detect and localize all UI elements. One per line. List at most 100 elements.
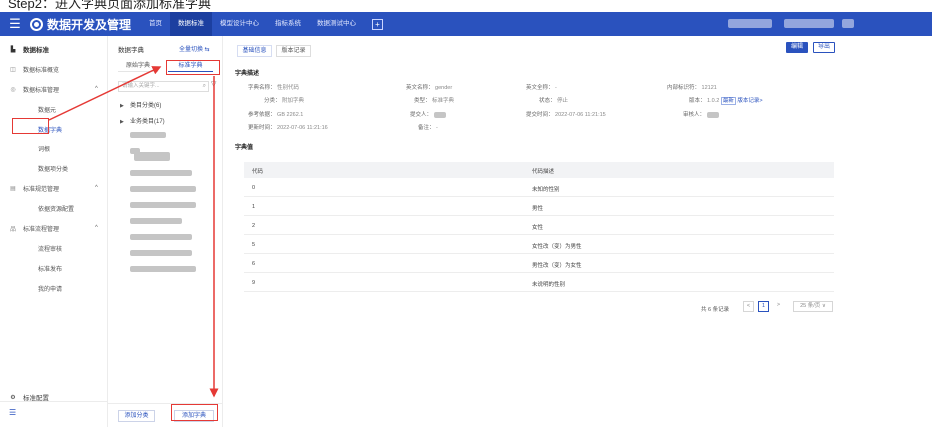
add-tab-icon[interactable]: + bbox=[372, 18, 384, 30]
dictionary-search-input[interactable]: 请输入关键字... ⌕ bbox=[118, 81, 209, 92]
latest-badge: 最新 bbox=[720, 97, 736, 105]
sidebar-header: ▙ 数据标准 bbox=[0, 40, 108, 58]
table-row: 1 男性 bbox=[244, 197, 834, 216]
page-1-button[interactable]: 1 bbox=[758, 301, 769, 312]
sidebar-item-data-element[interactable]: 数据元 bbox=[0, 100, 108, 118]
field-dict-name: 字典名称： 性别代码 bbox=[248, 85, 300, 91]
blurred-tree-item bbox=[130, 234, 192, 240]
nav-tab-model-design[interactable]: 模型设计中心 bbox=[212, 12, 267, 36]
data-standard-icon: ▙ bbox=[10, 46, 16, 53]
dictionary-panel-footer: 添加分类 添加字典 bbox=[108, 403, 223, 427]
edit-button[interactable]: 编辑 bbox=[786, 42, 808, 53]
table-row: 2 女性 bbox=[244, 216, 834, 235]
field-remark: 备注： - bbox=[418, 125, 438, 131]
description-section-title: 字典描述 bbox=[235, 71, 260, 77]
prev-page-button[interactable]: < bbox=[743, 301, 754, 312]
field-english-name: 英文名称： gender bbox=[406, 85, 453, 91]
sidebar-item-item-category[interactable]: 数据项分类 bbox=[0, 159, 108, 177]
blurred-tree-item bbox=[134, 152, 170, 161]
tab-standard-dictionary[interactable]: 标准字典 bbox=[168, 60, 213, 72]
chevron-up-icon: ^ bbox=[95, 86, 98, 92]
blurred-tree-item bbox=[130, 170, 192, 176]
full-switch-link[interactable]: 全量切换 ⇆ bbox=[179, 44, 210, 53]
sidebar-item-process-management[interactable]: 品 标准流程管理 ^ bbox=[0, 219, 108, 237]
main-nav-tabs: 首页 数据标准 模型设计中心 指标系统 数据测试中心 bbox=[141, 12, 364, 36]
version-history-link: 版本记录> bbox=[737, 98, 763, 104]
filter-icon[interactable]: ▽ bbox=[211, 80, 216, 88]
nav-tab-home[interactable]: 首页 bbox=[141, 12, 170, 36]
tab-basic-info[interactable]: 基础信息 bbox=[237, 45, 272, 57]
nav-tab-data-standard[interactable]: 数据标准 bbox=[170, 12, 213, 36]
sidebar-header-label: 数据标准 bbox=[23, 47, 49, 54]
nav-tab-data-testing[interactable]: 数据测试中心 bbox=[309, 12, 364, 36]
management-icon: ◎ bbox=[10, 86, 16, 93]
blurred-user-info bbox=[784, 19, 834, 28]
tab-original-dictionary[interactable]: 原始字典 bbox=[118, 60, 158, 72]
process-icon: 品 bbox=[9, 226, 16, 233]
tree-node-label: 类目分类(6) bbox=[130, 103, 162, 109]
collapse-sidebar-icon[interactable]: ☰ bbox=[9, 408, 16, 417]
sidebar-item-my-applications[interactable]: 我的申请 bbox=[0, 279, 108, 297]
add-category-button[interactable]: 添加分类 bbox=[118, 410, 155, 422]
spec-icon: ▤ bbox=[10, 185, 16, 192]
blurred-reviewer bbox=[706, 111, 719, 118]
blurred-submitter bbox=[433, 111, 446, 118]
field-version: 版本： 1.0.2 最新 版本记录> bbox=[689, 97, 763, 105]
sidebar-item-standard-management[interactable]: ◎ 数据标准管理 ^ bbox=[0, 80, 108, 98]
field-update-time: 更新时间： 2022-07-06 11:21:16 bbox=[248, 125, 328, 131]
tree-node-category[interactable]: ▶ 类目分类(6) bbox=[120, 100, 161, 109]
dictionary-panel: 数据字典 全量切换 ⇆ 原始字典 标准字典 请输入关键字... ⌕ ▽ ▶ 类目分… bbox=[108, 36, 223, 427]
column-header-code: 代码 bbox=[252, 169, 264, 175]
app-title: 数据开发及管理 bbox=[47, 17, 132, 32]
search-icon: ⌕ bbox=[202, 83, 206, 89]
sidebar-item-label: 数据标准概览 bbox=[23, 67, 60, 74]
sidebar-item-standard-publish[interactable]: 标准发布 bbox=[0, 259, 108, 277]
hamburger-menu-icon[interactable]: ☰ bbox=[5, 14, 25, 34]
table-row: 0 未知的性别 bbox=[244, 178, 834, 197]
blurred-tree-item bbox=[130, 202, 196, 208]
column-header-description: 代码描述 bbox=[532, 169, 555, 175]
sidebar-item-overview[interactable]: ◫ 数据标准概览 bbox=[0, 60, 108, 78]
dictionary-panel-title: 数据字典 bbox=[118, 47, 144, 54]
chevron-up-icon: ^ bbox=[95, 185, 98, 191]
tab-version-history[interactable]: 版本记录 bbox=[276, 45, 311, 57]
blurred-user-info bbox=[842, 19, 854, 28]
field-reference: 参考依据： GB 2262.1 bbox=[248, 112, 304, 118]
field-submitter: 提交人： bbox=[410, 110, 446, 118]
caret-right-icon: ▶ bbox=[120, 103, 124, 109]
field-submit-time: 提交时间： 2022-07-06 11:21:15 bbox=[526, 112, 606, 118]
next-page-button[interactable]: > bbox=[773, 301, 784, 312]
blurred-tree-item bbox=[130, 250, 192, 256]
field-internal-id: 内部标识符： 12121 bbox=[667, 85, 717, 91]
blurred-user-info bbox=[728, 19, 772, 28]
field-type: 类型： 标准字典 bbox=[414, 98, 455, 104]
sidebar-item-data-dictionary[interactable]: 数据字典 bbox=[0, 120, 108, 138]
table-row: 5 女性改（变）为男性 bbox=[244, 235, 834, 254]
blurred-tree-item bbox=[130, 218, 182, 224]
page-size-select[interactable]: 25 条/页 ∨ bbox=[793, 301, 833, 312]
blurred-tree-item bbox=[130, 132, 166, 138]
field-status: 状态： 停止 bbox=[539, 98, 569, 104]
app-logo: 数据开发及管理 bbox=[30, 16, 131, 33]
table-row: 6 男性改（变）为女性 bbox=[244, 254, 834, 273]
values-section-title: 字典值 bbox=[235, 145, 254, 151]
add-dictionary-button[interactable]: 添加字典 bbox=[174, 410, 214, 422]
search-placeholder: 请输入关键字... bbox=[122, 83, 160, 89]
tree-node-business[interactable]: ▶ 业务类目(17) bbox=[120, 116, 165, 125]
sidebar-item-resource-config[interactable]: 依据资源配置 bbox=[0, 199, 108, 217]
tree-node-label: 业务类目(17) bbox=[130, 119, 165, 125]
sidebar-item-process-review[interactable]: 流程审核 bbox=[0, 239, 108, 257]
step-caption: Step2：进入字典页面添加标准字典 bbox=[8, 0, 211, 11]
sidebar-item-root-word[interactable]: 词根 bbox=[0, 139, 108, 157]
top-navigation-bar: ☰ 数据开发及管理 首页 数据标准 模型设计中心 指标系统 数据测试中心 + bbox=[0, 12, 932, 36]
sidebar-item-label: 数据标准管理 bbox=[23, 87, 60, 94]
sidebar-item-spec-management[interactable]: ▤ 标准规范管理 ^ bbox=[0, 179, 108, 197]
overview-icon: ◫ bbox=[10, 66, 16, 73]
blurred-tree-item bbox=[130, 186, 196, 192]
nav-tab-metric-system[interactable]: 指标系统 bbox=[267, 12, 309, 36]
table-header: 代码 代码描述 bbox=[244, 162, 834, 178]
sidebar-item-label: 标准规范管理 bbox=[23, 186, 60, 193]
sidebar-item-label: 标准流程管理 bbox=[23, 226, 60, 233]
screenshot-root: Step2：进入字典页面添加标准字典 ☰ 数据开发及管理 首页 数据标准 模型设… bbox=[0, 0, 932, 427]
export-button[interactable]: 导出 bbox=[813, 42, 835, 53]
